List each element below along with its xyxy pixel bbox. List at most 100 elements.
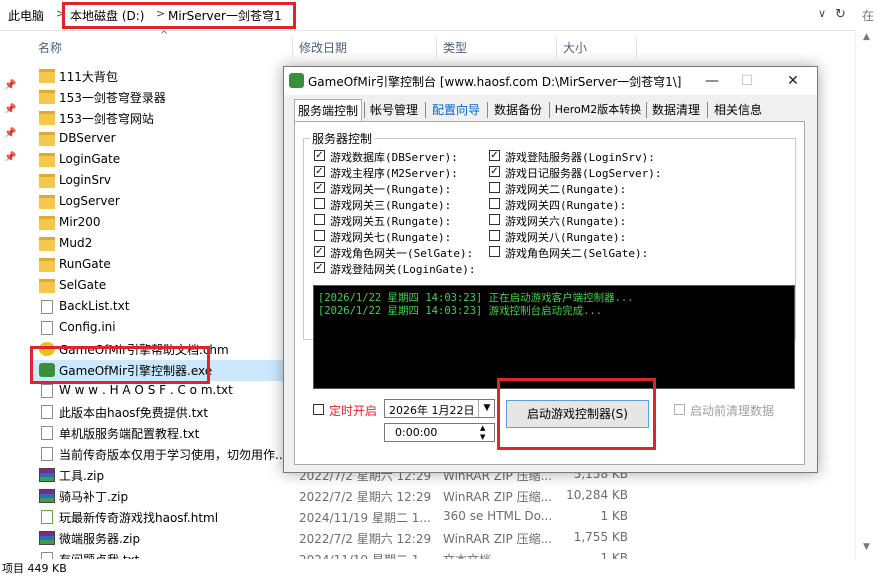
tab-herom2-convert[interactable]: HeroM2版本转换 <box>552 99 644 121</box>
spin-up-icon[interactable]: ▲ <box>480 424 485 432</box>
crumb-drive[interactable]: 本地磁盘 (D:) <box>70 7 144 24</box>
file-size: 10,284 KB <box>566 488 628 502</box>
exe-icon <box>39 363 55 377</box>
scroll-up-icon[interactable]: ▲ <box>863 32 870 42</box>
timer-label: 定时开启 <box>329 404 378 418</box>
pin-icon: 📌 <box>4 80 17 91</box>
address-bar[interactable]: 此电脑 > 本地磁盘 (D:) > MirServer一剑苍穹1 ∨ ↻ 在 <box>0 0 878 31</box>
col-divider[interactable] <box>556 36 557 58</box>
col-type[interactable]: 类型 <box>443 39 467 56</box>
server-label: 游戏日记服务器(LogServer): <box>505 167 662 180</box>
start-controller-button[interactable]: 启动游戏控制器(S) <box>506 400 649 428</box>
pin-icon: 📌 <box>4 104 17 115</box>
unchecked-box[interactable] <box>489 198 500 209</box>
unchecked-box[interactable] <box>314 214 325 225</box>
file-row[interactable]: 玩最新传奇游戏找haosf.html 2024/11/19 星期二 1... 360… <box>30 507 630 528</box>
minimize-button[interactable]: — <box>695 70 729 92</box>
unchecked-box[interactable] <box>314 198 325 209</box>
dialog-titlebar[interactable]: GameOfMir引擎控制台 [www.haosf.com D:\MirServ… <box>284 67 817 95</box>
checked-box[interactable]: ✓ <box>489 166 500 177</box>
pin-icon: 📌 <box>4 128 17 139</box>
status-text: 项目 449 KB <box>2 562 67 575</box>
checked-box[interactable]: ✓ <box>314 182 325 193</box>
checked-box[interactable]: ✓ <box>314 246 325 257</box>
doc-icon <box>41 426 53 440</box>
crumb-folder[interactable]: MirServer一剑苍穹1 <box>168 7 282 24</box>
tab-strip: 服务端控制 帐号管理 配置向导 数据备份 HeroM2版本转换 数据清理 相关信… <box>294 99 814 121</box>
tab-divider <box>549 102 550 118</box>
date-picker[interactable]: 2026年 1月22日 ▼ <box>384 399 495 418</box>
checked-box[interactable]: ✓ <box>489 150 500 161</box>
tab-divider <box>646 102 647 118</box>
file-name: W w w . H A O S F . C o m.txt <box>59 383 233 397</box>
server-label: 游戏角色网关二(SelGate): <box>505 247 649 260</box>
group-label: 服务器控制 <box>310 130 375 147</box>
tab-config-wizard[interactable]: 配置向导 <box>428 99 484 121</box>
file-type: WinRAR ZIP 压缩... <box>443 532 553 546</box>
doc-icon <box>41 384 53 398</box>
checked-box[interactable]: ✓ <box>314 166 325 177</box>
server-label: 游戏登陆服务器(LoginSrv): <box>505 151 655 164</box>
tab-backup[interactable]: 数据备份 <box>490 99 546 121</box>
file-name: DBServer <box>59 131 116 145</box>
file-date: 2022/7/2 星期六 12:29 <box>299 490 432 504</box>
col-date[interactable]: 修改日期 <box>299 39 347 56</box>
tab-server-control[interactable]: 服务端控制 <box>294 99 362 121</box>
col-divider[interactable] <box>292 36 293 58</box>
unchecked-box[interactable] <box>489 230 500 241</box>
col-divider[interactable] <box>636 36 637 58</box>
file-row[interactable]: 微端服务器.zip 2022/7/2 星期六 12:29 WinRAR ZIP 压缩… <box>30 528 630 549</box>
tab-divider <box>707 102 708 118</box>
tab-about[interactable]: 相关信息 <box>710 99 766 121</box>
col-size[interactable]: 大小 <box>563 39 587 56</box>
time-spinner[interactable]: 0:00:00 ▲ ▼ <box>384 423 495 442</box>
file-row[interactable]: 骑马补丁.zip 2022/7/2 星期六 12:29 WinRAR ZIP 压缩.… <box>30 486 630 507</box>
doc-icon <box>41 321 53 335</box>
date-dropdown-icon[interactable]: ▼ <box>478 400 495 417</box>
chm-icon <box>39 342 55 356</box>
server-label: 游戏登陆网关(LoginGate): <box>330 263 476 276</box>
doc-icon <box>41 405 53 419</box>
server-label: 游戏主程序(M2Server): <box>330 167 458 180</box>
scroll-down-icon[interactable]: ▼ <box>863 542 870 552</box>
close-button[interactable]: ✕ <box>776 70 810 92</box>
tab-accounts[interactable]: 帐号管理 <box>366 99 422 121</box>
server-label: 游戏网关二(Rungate): <box>505 183 627 196</box>
file-name: Config.ini <box>59 320 116 334</box>
zip-icon <box>39 489 55 503</box>
file-date: 2024/11/19 星期二 1... <box>299 511 431 525</box>
zip-icon <box>39 468 55 482</box>
checkbox-box[interactable] <box>674 404 685 415</box>
server-control-panel: 服务器控制 ✓ 游戏数据库(DBServer): ✓ 游戏主程序(M2Server):… <box>294 121 805 465</box>
maximize-button[interactable]: ☐ <box>730 70 764 92</box>
tab-divider <box>425 102 426 118</box>
server-label: 游戏角色网关一(SelGate): <box>330 247 474 260</box>
checkbox-box[interactable] <box>313 404 324 415</box>
search-box[interactable]: 在 <box>862 7 874 24</box>
file-name: 工具.zip <box>59 469 105 483</box>
col-divider[interactable] <box>436 36 437 58</box>
col-name[interactable]: 名称 <box>38 39 62 56</box>
checked-box[interactable]: ✓ <box>314 150 325 161</box>
unchecked-box[interactable] <box>314 230 325 241</box>
file-row[interactable]: GameOfMir引擎控制器.exe <box>30 360 285 381</box>
crumb-separator: > <box>156 7 166 20</box>
crumb-this-pc[interactable]: 此电脑 <box>8 7 44 24</box>
file-name: LoginGate <box>59 152 121 166</box>
file-size: 1,755 KB <box>573 530 628 544</box>
vertical-scrollbar[interactable]: ▲ ▼ <box>855 30 878 559</box>
server-label: 游戏网关四(Rungate): <box>505 199 627 212</box>
server-label: 游戏数据库(DBServer): <box>330 151 458 164</box>
address-dropdown-icon[interactable]: ∨ <box>818 7 826 20</box>
column-header: 名称 ^ 修改日期 类型 大小 <box>0 30 800 58</box>
checked-box[interactable]: ✓ <box>314 262 325 273</box>
time-value: 0:00:00 <box>395 426 438 439</box>
spin-down-icon[interactable]: ▼ <box>480 433 485 441</box>
refresh-icon[interactable]: ↻ <box>835 7 846 22</box>
unchecked-box[interactable] <box>489 214 500 225</box>
file-name: BackList.txt <box>59 299 130 313</box>
unchecked-box[interactable] <box>489 246 500 257</box>
tab-data-clean[interactable]: 数据清理 <box>648 99 704 121</box>
file-name: 153一剑苍穹网站 <box>59 112 154 126</box>
unchecked-box[interactable] <box>489 182 500 193</box>
